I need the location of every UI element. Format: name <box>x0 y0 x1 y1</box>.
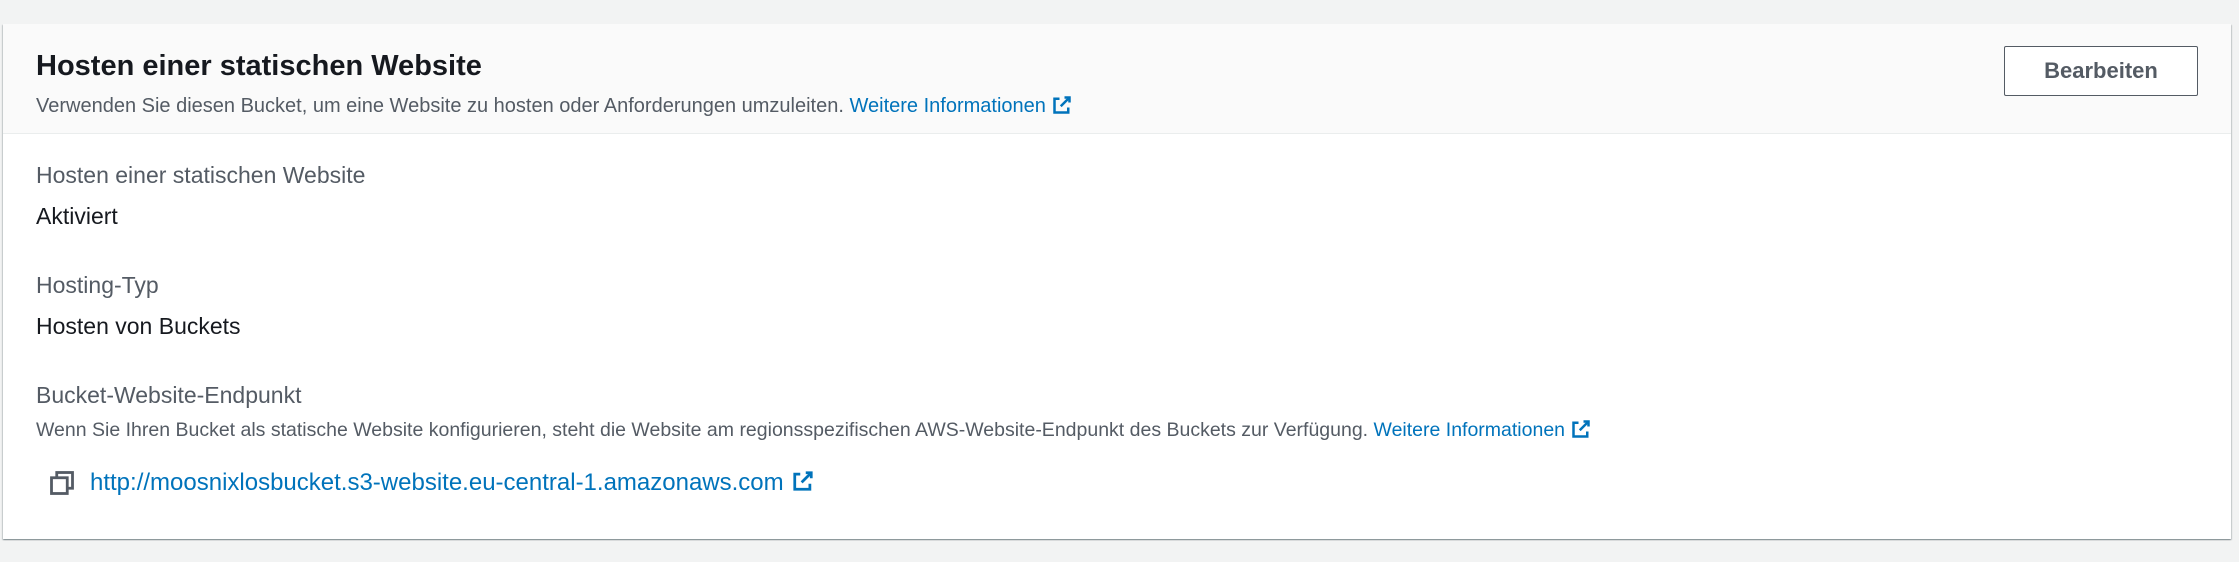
panel-description: Verwenden Sie diesen Bucket, um eine Web… <box>36 92 1072 120</box>
endpoint-url-text: http://moosnixlosbucket.s3-website.eu-ce… <box>90 469 784 496</box>
static-hosting-label: Hosten einer statischen Website <box>36 162 366 188</box>
endpoint-more-info-link[interactable]: Weitere Informationen <box>1374 419 1592 441</box>
more-info-link[interactable]: Weitere Informationen <box>849 95 1071 117</box>
static-website-hosting-panel: Hosten einer statischen Website Verwende… <box>3 24 2231 539</box>
copy-icon[interactable] <box>48 469 76 497</box>
panel-description-text: Verwenden Sie diesen Bucket, um eine Web… <box>36 95 844 117</box>
endpoint-label: Bucket-Website-Endpunkt <box>36 382 302 408</box>
endpoint-description: Wenn Sie Ihren Bucket als statische Webs… <box>36 416 1591 444</box>
external-link-icon <box>1053 96 1071 114</box>
copy-icon-graphic <box>50 471 74 495</box>
external-link-icon <box>793 471 813 491</box>
hosting-type-label: Hosting-Typ <box>36 272 159 298</box>
panel-header: Hosten einer statischen Website Verwende… <box>3 24 2231 134</box>
more-info-link-label: Weitere Informationen <box>849 95 1046 117</box>
endpoint-url-link[interactable]: http://moosnixlosbucket.s3-website.eu-ce… <box>90 469 814 497</box>
endpoint-row: http://moosnixlosbucket.s3-website.eu-ce… <box>48 465 814 501</box>
edit-button[interactable]: Bearbeiten <box>2004 46 2198 96</box>
endpoint-more-info-link-label: Weitere Informationen <box>1373 419 1566 441</box>
endpoint-description-text: Wenn Sie Ihren Bucket als statische Webs… <box>36 419 1369 441</box>
panel-title: Hosten einer statischen Website <box>36 50 482 82</box>
static-hosting-value: Aktiviert <box>36 203 118 229</box>
hosting-type-value: Hosten von Buckets <box>36 313 241 339</box>
external-link-icon <box>1572 420 1590 438</box>
